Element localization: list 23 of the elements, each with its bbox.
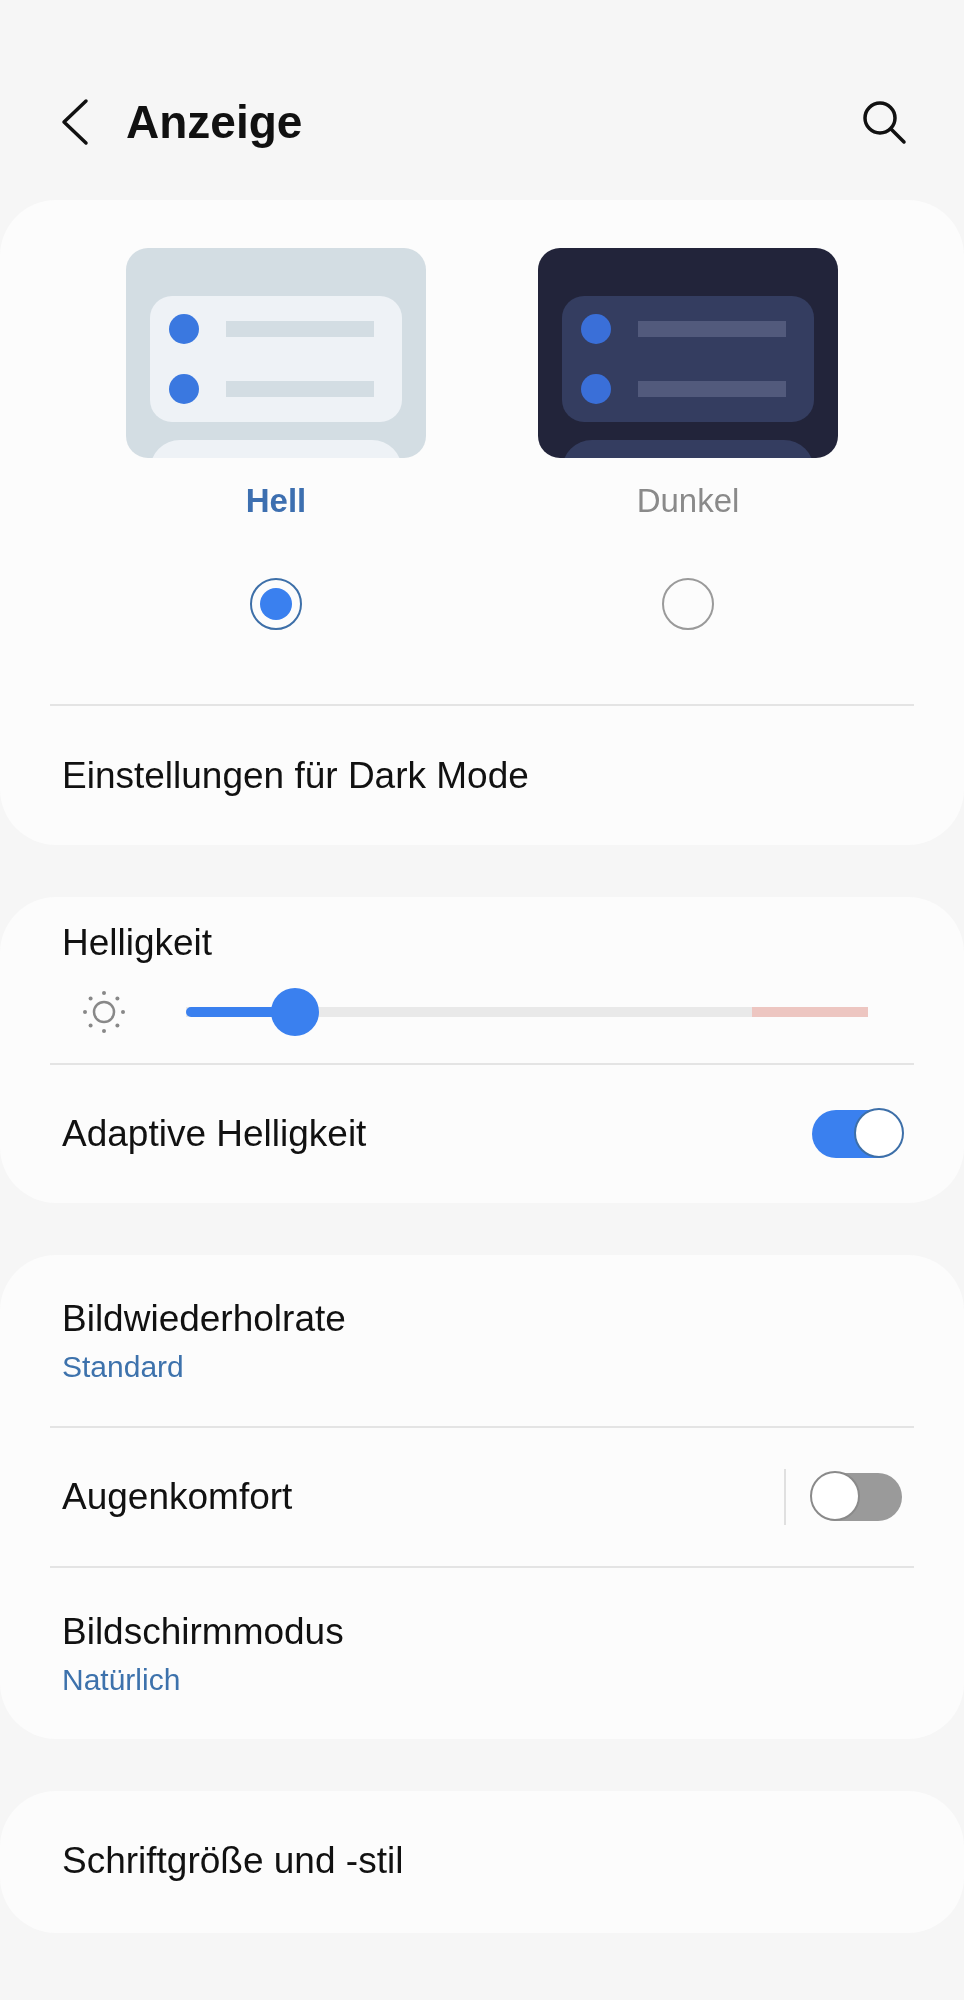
theme-preview[interactable] — [538, 248, 838, 458]
toggle-switch[interactable] — [812, 1473, 902, 1521]
radio-button[interactable] — [662, 578, 714, 630]
toggle-switch[interactable] — [812, 1110, 902, 1158]
theme-preview[interactable] — [126, 248, 426, 458]
radio-button[interactable] — [250, 578, 302, 630]
settings-item[interactable]: Bildschirmmodus Natürlich — [50, 1568, 914, 1739]
brightness-icon — [80, 988, 128, 1036]
setting-value: Natürlich — [62, 1662, 182, 1697]
theme-label: Hell — [245, 482, 307, 521]
settings-item[interactable]: Einstellungen für Dark Mode — [50, 706, 914, 845]
page-title: Anzeige — [126, 95, 304, 149]
theme-label: Dunkel — [636, 482, 740, 521]
setting-title: Helligkeit — [62, 922, 214, 964]
setting-value: Standard — [62, 1349, 185, 1384]
slider-thumb[interactable] — [271, 988, 320, 1036]
setting-title: Adaptive Helligkeit — [62, 1113, 368, 1155]
setting-title: Augenkomfort — [62, 1476, 294, 1518]
setting-title: Bildwiederholrate — [62, 1297, 347, 1340]
search-icon[interactable] — [860, 98, 908, 146]
settings-item[interactable]: Schriftgröße und -stil — [50, 1791, 914, 1930]
setting-title: Bildschirmmodus — [62, 1610, 345, 1653]
settings-item[interactable]: Bildwiederholrate Standard — [50, 1255, 914, 1426]
